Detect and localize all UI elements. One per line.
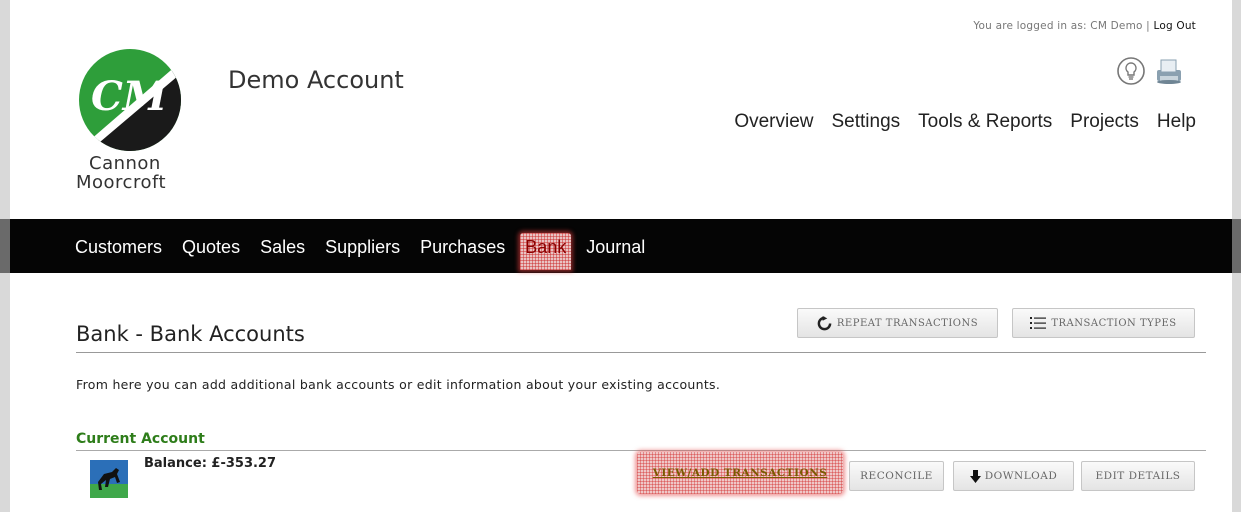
account-divider (76, 450, 1206, 451)
login-text: You are logged in as: CM Demo | (973, 20, 1150, 32)
top-icon-group (1116, 56, 1184, 86)
account-title: Demo Account (228, 66, 404, 94)
nav-settings[interactable]: Settings (832, 111, 901, 133)
repeat-icon (817, 315, 832, 330)
bank-horse-icon (90, 460, 128, 498)
intro-text: From here you can add additional bank ac… (76, 377, 721, 392)
tab-journal[interactable]: Journal (586, 237, 645, 258)
logo-line-2: Moorcroft (76, 172, 167, 193)
transaction-types-button[interactable]: TRANSACTION TYPES (1012, 308, 1195, 338)
list-icon (1030, 317, 1047, 329)
nav-bar-edge-right (1232, 219, 1241, 273)
account-balance: Balance: £-353.27 (144, 456, 277, 471)
tab-customers[interactable]: Customers (75, 237, 162, 258)
tab-bank[interactable]: Bank (520, 233, 571, 270)
tab-purchases[interactable]: Purchases (420, 237, 505, 258)
section-nav: Customers Quotes Sales Suppliers Purchas… (75, 237, 645, 258)
download-label: DOWNLOAD (984, 470, 1058, 482)
nav-bar-edge-left (0, 219, 10, 273)
nav-projects[interactable]: Projects (1070, 111, 1139, 133)
nav-overview[interactable]: Overview (734, 111, 813, 133)
logo-wordmark: Cannon Moorcroft (76, 154, 166, 192)
logo-mark: CM (91, 73, 169, 120)
repeat-transactions-button[interactable]: REPEAT TRANSACTIONS (797, 308, 998, 338)
download-arrow-icon (969, 469, 981, 483)
nav-tools-reports[interactable]: Tools & Reports (918, 111, 1052, 133)
download-button[interactable]: DOWNLOAD (953, 461, 1074, 491)
transaction-types-label: TRANSACTION TYPES (1051, 317, 1177, 329)
account-name: Current Account (76, 431, 205, 447)
tab-quotes[interactable]: Quotes (182, 237, 240, 258)
page-title: Bank - Bank Accounts (76, 322, 305, 346)
reconcile-button[interactable]: RECONCILE (849, 461, 944, 491)
tab-suppliers[interactable]: Suppliers (325, 237, 400, 258)
view-add-transactions-button[interactable]: VIEW/ADD TRANSACTIONS (637, 452, 843, 494)
main-nav: Overview Settings Tools & Reports Projec… (734, 111, 1196, 133)
repeat-transactions-label: REPEAT TRANSACTIONS (836, 317, 979, 329)
logo-line-1: Cannon (89, 153, 161, 174)
tab-sales[interactable]: Sales (260, 237, 305, 258)
lightbulb-icon[interactable] (1116, 56, 1146, 86)
printer-icon[interactable] (1154, 56, 1184, 86)
login-status: You are logged in as: CM Demo | Log Out (973, 20, 1196, 32)
nav-help[interactable]: Help (1157, 111, 1196, 133)
title-divider (76, 352, 1206, 353)
edit-details-button[interactable]: EDIT DETAILS (1081, 461, 1195, 491)
logout-link[interactable]: Log Out (1153, 20, 1196, 32)
cannon-moorcroft-logo[interactable]: CM (75, 48, 185, 153)
